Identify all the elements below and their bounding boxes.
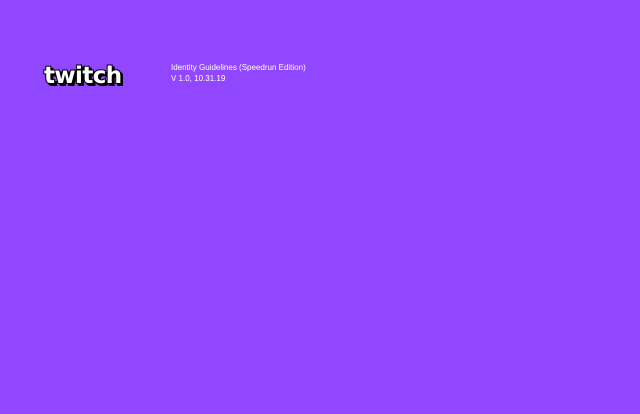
twitch-logo-text: twitch bbox=[44, 63, 122, 89]
document-meta: Identity Guidelines (Speedrun Edition) V… bbox=[171, 62, 306, 84]
twitch-logo-icon: twitch twitch bbox=[43, 62, 123, 91]
document-version: V 1.0, 10.31.19 bbox=[171, 74, 226, 83]
cover-page: twitch twitch Identity Guidelines (Speed… bbox=[0, 0, 640, 414]
document-title: Identity Guidelines (Speedrun Edition) bbox=[171, 63, 306, 72]
